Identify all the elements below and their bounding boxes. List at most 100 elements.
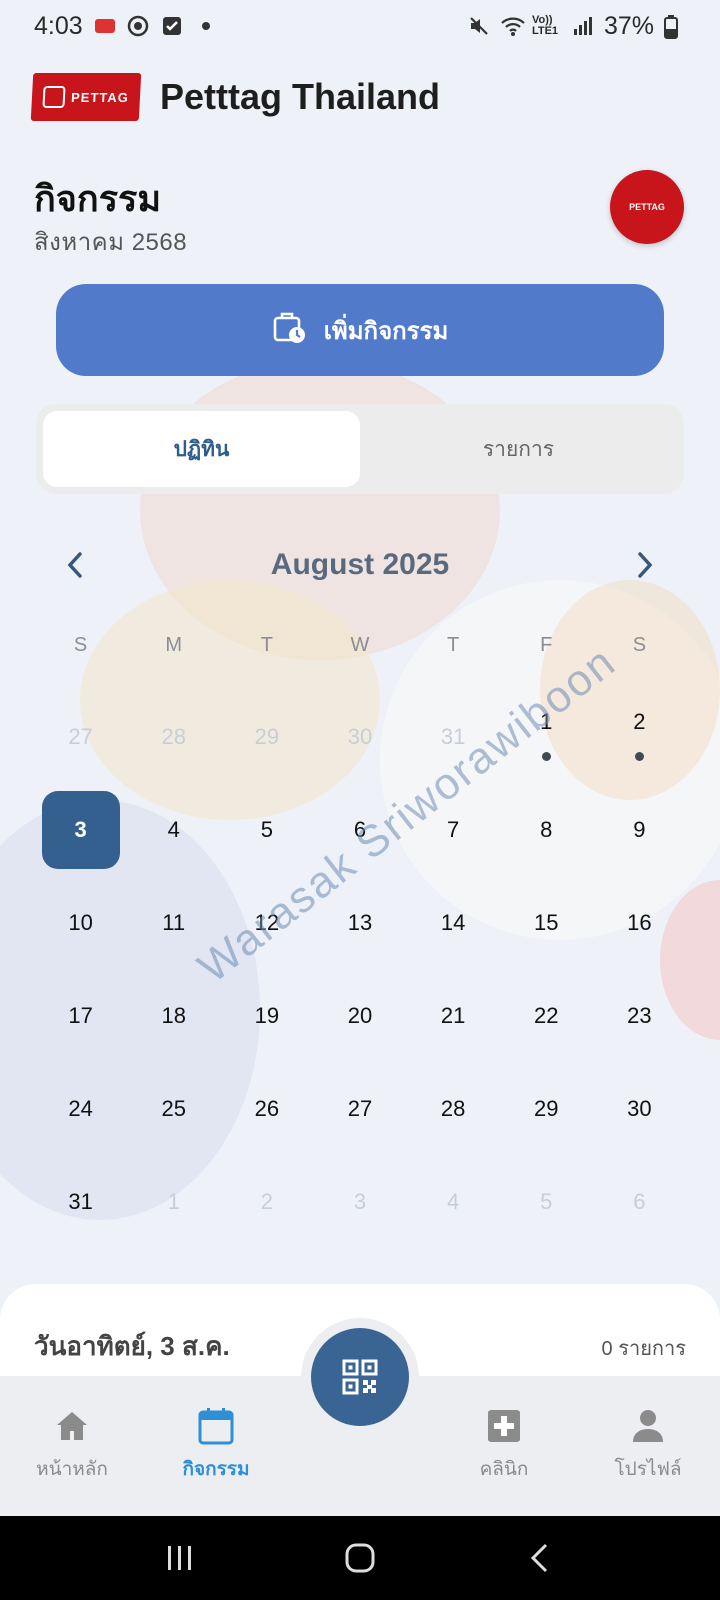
page-subtitle: สิงหาคม 2568 xyxy=(34,229,188,256)
calendar-day[interactable]: 17 xyxy=(34,969,127,1062)
calendar-day[interactable]: 8 xyxy=(500,783,593,876)
calendar-day[interactable]: 21 xyxy=(407,969,500,1062)
calendar-day[interactable]: 26 xyxy=(220,1062,313,1155)
day-number: 21 xyxy=(440,1002,466,1028)
day-number: 2 xyxy=(260,1188,273,1214)
page-title: กิจกรรม xyxy=(34,178,162,219)
chevron-right-icon xyxy=(638,552,653,578)
calendar-day[interactable]: 2 xyxy=(593,690,686,783)
calendar-day[interactable]: 3 xyxy=(313,1155,406,1248)
calendar-day[interactable]: 25 xyxy=(127,1062,220,1155)
signal-icon xyxy=(572,15,594,37)
avatar-text: PETTAG xyxy=(629,202,665,212)
calendar-day[interactable]: 14 xyxy=(407,876,500,969)
day-number: 3 xyxy=(353,1188,367,1214)
qr-scan-button[interactable] xyxy=(311,1328,409,1426)
day-number: 28 xyxy=(161,723,186,749)
nav-home[interactable]: หน้าหลัก xyxy=(0,1376,144,1516)
pettag-logo: PETTAG xyxy=(30,73,142,121)
day-number: 16 xyxy=(627,909,652,935)
calendar-day[interactable]: 30 xyxy=(313,690,406,783)
next-month-button[interactable] xyxy=(620,540,670,590)
day-number: 27 xyxy=(347,1095,373,1121)
calendar-day[interactable]: 19 xyxy=(220,969,313,1062)
nav-activities[interactable]: กิจกรรม xyxy=(144,1376,288,1516)
calendar-day[interactable]: 29 xyxy=(500,1062,593,1155)
calendar-day[interactable]: 31 xyxy=(34,1155,127,1248)
day-number: 5 xyxy=(260,816,273,842)
day-number: 15 xyxy=(534,909,559,935)
profile-avatar[interactable]: PETTAG xyxy=(610,170,684,244)
nav-clinic[interactable]: คลินิก xyxy=(432,1376,576,1516)
calendar-day[interactable]: 2 xyxy=(220,1155,313,1248)
day-number: 30 xyxy=(347,723,373,749)
day-number: 8 xyxy=(540,816,553,842)
home-button[interactable] xyxy=(330,1528,390,1588)
day-number: 29 xyxy=(254,723,280,749)
calendar-day[interactable]: 1 xyxy=(127,1155,220,1248)
day-number: 3 xyxy=(41,790,120,869)
day-number: 7 xyxy=(447,816,460,842)
network-label: Vo)) LTE1 xyxy=(531,14,559,37)
calendar-grid: 27 28 29 30 31 1 2 3 4 5 6 7 8 9 10 11 12 13 14 15 16 17 18 19 2… xyxy=(34,690,686,1248)
day-number: 14 xyxy=(440,909,466,935)
calendar-day[interactable]: 28 xyxy=(127,690,220,783)
calendar-day[interactable]: 22 xyxy=(500,969,593,1062)
day-number: 1 xyxy=(167,1188,180,1214)
status-bar: 4:03 Vo)) LTE1 37% xyxy=(0,0,720,52)
add-activity-button[interactable]: เพิ่มกิจกรรม xyxy=(56,284,664,376)
calendar-day[interactable]: 27 xyxy=(34,690,127,783)
chevron-left-icon xyxy=(67,552,82,578)
nav-profile-label: โปรไฟล์ xyxy=(614,1459,682,1480)
qr-code-icon xyxy=(342,1359,378,1395)
calendar-day[interactable]: 10 xyxy=(34,876,127,969)
recent-apps-button[interactable] xyxy=(150,1528,210,1588)
weekday-label: S xyxy=(73,634,88,656)
calendar-add-icon xyxy=(272,310,306,351)
day-number: 27 xyxy=(68,723,93,749)
calendar-day[interactable]: 24 xyxy=(34,1062,127,1155)
wifi-icon xyxy=(500,15,525,37)
day-number: 4 xyxy=(447,1188,460,1214)
calendar-day[interactable]: 9 xyxy=(593,783,686,876)
battery-icon xyxy=(664,15,686,39)
notification-dot-icon xyxy=(195,15,217,37)
day-number: 20 xyxy=(347,1002,373,1028)
back-button[interactable] xyxy=(510,1528,570,1588)
calendar-day[interactable]: 30 xyxy=(593,1062,686,1155)
calendar-day[interactable]: 18 xyxy=(127,969,220,1062)
day-number: 22 xyxy=(534,1002,559,1028)
status-time: 4:03 xyxy=(34,11,83,40)
calendar-day[interactable]: 15 xyxy=(500,876,593,969)
app-title: Petttag Thailand xyxy=(160,76,441,117)
selected-date-label: วันอาทิตย์, 3 ส.ค. xyxy=(34,1331,230,1361)
day-number: 9 xyxy=(633,816,646,842)
notification-check-icon xyxy=(161,15,183,37)
notification-app-icon xyxy=(94,19,115,33)
calendar-day[interactable]: 4 xyxy=(127,783,220,876)
weekday-label: W xyxy=(350,634,370,656)
back-icon xyxy=(530,1543,548,1573)
calendar-day[interactable]: 5 xyxy=(220,783,313,876)
tab-list[interactable]: รายการ xyxy=(360,411,677,487)
calendar-day[interactable]: 4 xyxy=(407,1155,500,1248)
day-number: 25 xyxy=(161,1095,186,1121)
prev-month-button[interactable] xyxy=(50,540,100,590)
calendar-day[interactable]: 23 xyxy=(593,969,686,1062)
calendar-day[interactable]: 6 xyxy=(593,1155,686,1248)
calendar-day[interactable]: 20 xyxy=(313,969,406,1062)
logo-text: PETTAG xyxy=(70,89,130,105)
weekday-label: T xyxy=(260,634,273,656)
calendar-day[interactable]: 16 xyxy=(593,876,686,969)
tab-list-label: รายการ xyxy=(482,437,555,461)
calendar-day[interactable]: 5 xyxy=(500,1155,593,1248)
tab-calendar[interactable]: ปฏิทิน xyxy=(43,411,360,487)
nav-profile[interactable]: โปรไฟล์ xyxy=(576,1376,720,1516)
weekday-label: M xyxy=(165,634,183,656)
add-activity-label: เพิ่มกิจกรรม xyxy=(323,317,449,345)
calendar-day[interactable]: 28 xyxy=(407,1062,500,1155)
calendar-day[interactable]: 29 xyxy=(220,690,313,783)
calendar-day-selected[interactable]: 3 xyxy=(34,783,127,876)
activity-count: 0 รายการ xyxy=(601,1338,686,1360)
calendar-day[interactable]: 27 xyxy=(313,1062,406,1155)
